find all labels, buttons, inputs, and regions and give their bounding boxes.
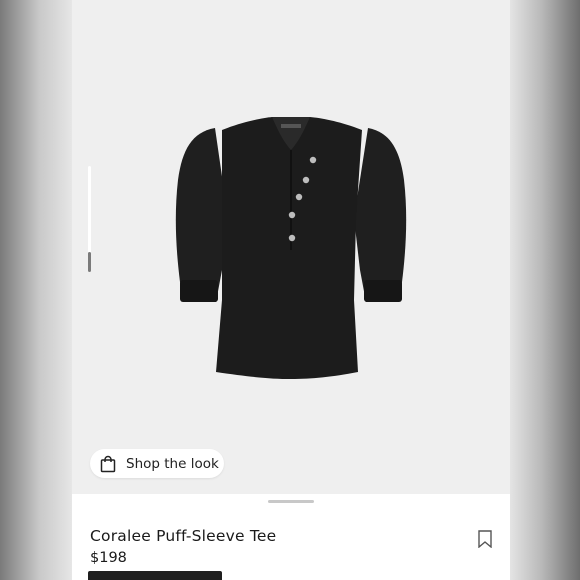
scroll-thumb — [88, 252, 91, 272]
product-info-sheet: Coralee Puff-Sleeve Tee $198 — [72, 494, 510, 580]
shop-the-look-label: Shop the look — [126, 455, 219, 472]
shopping-bag-icon — [100, 455, 116, 472]
sheet-grabber[interactable] — [268, 500, 314, 503]
background-left — [0, 0, 72, 580]
product-name: Coralee Puff-Sleeve Tee — [90, 527, 277, 545]
black-top-illustration — [175, 117, 407, 379]
shop-the-look-button[interactable]: Shop the look — [90, 449, 224, 478]
background-right — [510, 0, 580, 580]
add-to-bag-button[interactable] — [88, 571, 222, 580]
phone-screen: Shop the look Coralee Puff-Sleeve Tee $1… — [72, 0, 510, 580]
product-image[interactable] — [72, 0, 510, 494]
product-price: $198 — [90, 550, 127, 566]
image-scroll-indicator — [88, 166, 91, 272]
bookmark-icon[interactable] — [477, 530, 493, 548]
